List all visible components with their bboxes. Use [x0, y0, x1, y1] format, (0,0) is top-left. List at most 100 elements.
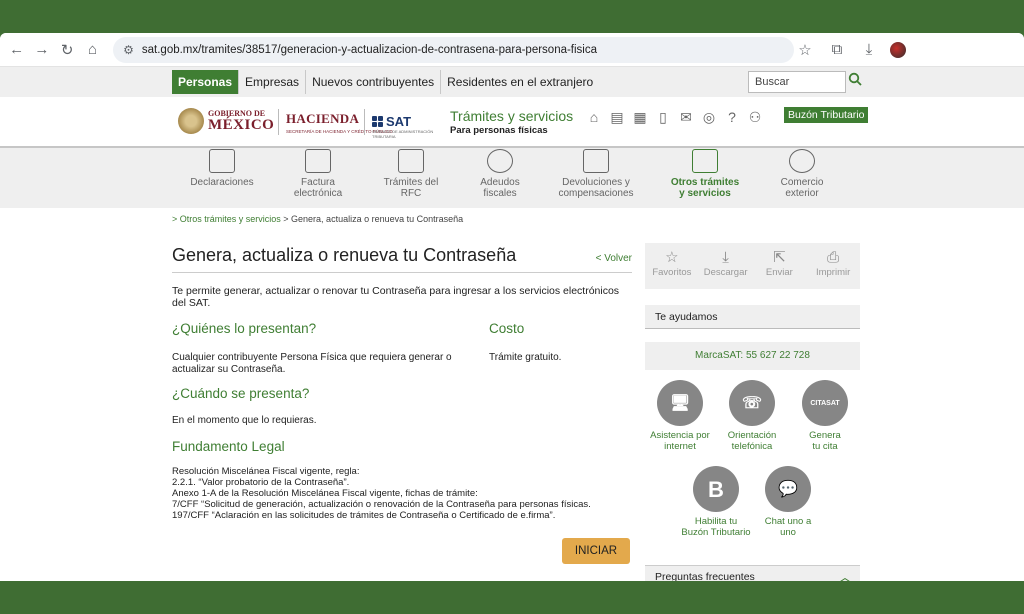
devoluciones-icon	[583, 149, 609, 173]
tramites-title: Trámites y servicios	[450, 108, 574, 124]
option-label: Orientación	[727, 430, 777, 441]
category-comercio-exterior[interactable]: Comercio exterior	[757, 149, 847, 199]
quienes-heading: ¿Quiénes lo presentan?	[172, 321, 317, 336]
url-text: sat.gob.mx/tramites/38517/generacion-y-a…	[141, 43, 598, 56]
quienes-text: Cualquier contribuyente Persona Física q…	[172, 352, 452, 375]
faq-label: Preguntas frecuentes	[655, 571, 755, 581]
citasat-icon: CITASAT	[802, 380, 848, 426]
extensions-icon[interactable]: ⧉	[826, 37, 848, 63]
option-label: Buzón Tributario	[681, 527, 751, 538]
top-navigation: Personas Empresas Nuevos contribuyentes …	[0, 67, 1024, 97]
help-options: 🖥 Asistencia por internet ☏ Orientación …	[645, 370, 860, 538]
browser-window: ← → ↻ ⌂ ⚙ sat.gob.mx/tramites/38517/gene…	[0, 33, 1024, 581]
rfc-icon	[398, 149, 424, 173]
factura-icon	[305, 149, 331, 173]
buzon-tributario-button[interactable]: Buzón Tributario	[784, 107, 869, 123]
imprimir-button[interactable]: ⎙ Imprimir	[806, 243, 860, 289]
category-label: Devoluciones y	[562, 177, 630, 188]
category-tramites-rfc[interactable]: Trámites del RFC	[366, 149, 456, 199]
sat-text: SAT	[386, 114, 412, 129]
search-icon[interactable]	[848, 72, 864, 88]
category-label: exterior	[785, 188, 819, 199]
legal-line: 197/CFF “Aclaración en las solicitudes d…	[172, 510, 556, 521]
calendar-icon[interactable]: ▦	[632, 109, 648, 125]
buzon-b-icon: B	[693, 466, 739, 512]
category-label: compensaciones	[558, 188, 634, 199]
legal-line: Resolución Miscelánea Fiscal vigente, re…	[172, 466, 360, 477]
marcasat-phone[interactable]: MarcaSAT: 55 627 22 728	[645, 342, 860, 370]
tab-personas[interactable]: Personas	[172, 70, 240, 94]
action-label: Enviar	[765, 267, 793, 278]
sat-logo[interactable]: SAT SERVICIO DE ADMINISTRACIÓN TRIBUTARI…	[372, 114, 433, 139]
iniciar-button[interactable]: INICIAR	[562, 538, 630, 564]
book-icon[interactable]: ▯	[655, 109, 671, 125]
declaraciones-icon	[209, 149, 235, 173]
bookmark-star-icon[interactable]: ☆	[794, 37, 816, 63]
action-toolbar: ☆ Favoritos ⤓ Descargar ⇱ Enviar ⎙ Imprimir	[645, 243, 860, 289]
divider	[364, 109, 365, 135]
star-icon: ☆	[665, 249, 679, 266]
site-settings-icon[interactable]: ⚙	[123, 43, 134, 57]
home-icon[interactable]: ⌂	[586, 109, 602, 125]
legal-line: Anexo 1-A de la Resolución Miscelánea Fi…	[172, 488, 478, 499]
enviar-button[interactable]: ⇱ Enviar	[753, 243, 807, 289]
profile-avatar[interactable]	[890, 41, 906, 58]
category-label: Adeudos	[480, 177, 520, 188]
category-declaraciones[interactable]: Declaraciones	[177, 149, 267, 188]
site-header: GOBIERNO DE MÉXICO HACIENDA SECRETARÍA D…	[0, 97, 1024, 148]
fundamento-heading: Fundamento Legal	[172, 439, 285, 454]
help-icon[interactable]: ?	[724, 109, 740, 125]
url-bar: ← → ↻ ⌂ ⚙ sat.gob.mx/tramites/38517/gene…	[0, 33, 1024, 67]
download-icon[interactable]: ⤓	[858, 37, 880, 63]
option-label: Chat uno a	[764, 516, 812, 527]
category-adeudos[interactable]: Adeudos fiscales	[455, 149, 545, 199]
legal-line: 7/CFF “Solicitud de generación, actualiz…	[172, 499, 591, 510]
news-icon[interactable]: ▤	[609, 109, 625, 125]
category-label: Comercio	[780, 177, 824, 188]
tab-nuevos-contribuyentes[interactable]: Nuevos contribuyentes	[306, 70, 442, 94]
search-input[interactable]: Buscar	[748, 71, 846, 93]
category-otros-tramites[interactable]: Otros trámites y servicios	[660, 149, 750, 199]
intro-text: Te permite generar, actualizar o renovar…	[172, 285, 620, 309]
gobierno-mexico-logo[interactable]: GOBIERNO DE MÉXICO	[178, 108, 274, 134]
orientacion-telefonica-option[interactable]: ☏ Orientación telefónica	[717, 380, 787, 452]
otros-tramites-icon	[692, 149, 718, 173]
back-arrow-icon[interactable]: ←	[4, 37, 29, 63]
computer-icon: 🖥	[657, 380, 703, 426]
genera-cita-option[interactable]: CITASAT Genera tu cita	[790, 380, 860, 452]
chat-icon: 💬	[765, 466, 811, 512]
volver-link[interactable]: < Volver	[596, 253, 632, 264]
compass-icon[interactable]: ◎	[701, 109, 717, 125]
tab-empresas[interactable]: Empresas	[239, 70, 307, 94]
chevron-up-icon[interactable]: ︿	[838, 567, 852, 581]
breadcrumb-link[interactable]: > Otros trámites y servicios	[172, 214, 281, 224]
category-devoluciones[interactable]: Devoluciones y compensaciones	[551, 149, 641, 199]
category-label: RFC	[400, 188, 422, 199]
cuando-heading: ¿Cuándo se presenta?	[172, 386, 310, 401]
sat-subtext: SERVICIO DE ADMINISTRACIÓN TRIBUTARIA	[372, 129, 434, 139]
action-label: Favoritos	[652, 267, 692, 278]
favoritos-button[interactable]: ☆ Favoritos	[645, 243, 699, 289]
descargar-button[interactable]: ⤓ Descargar	[699, 243, 753, 289]
tramites-header: Trámites y servicios Para personas físic…	[450, 108, 573, 136]
category-label: fiscales	[483, 188, 517, 199]
option-label: tu cita	[812, 441, 838, 452]
category-label: Otros trámites	[670, 177, 740, 188]
reload-icon[interactable]: ↻	[55, 37, 80, 63]
forward-arrow-icon[interactable]: →	[29, 37, 54, 63]
preguntas-frecuentes-header[interactable]: Preguntas frecuentes ︿	[645, 565, 860, 581]
legal-text: Resolución Miscelánea Fiscal vigente, re…	[172, 466, 632, 521]
share-icon: ⇱	[773, 249, 786, 266]
accessibility-icon[interactable]: ⚇	[747, 109, 763, 125]
address-bar[interactable]: ⚙ sat.gob.mx/tramites/38517/generacion-y…	[113, 36, 794, 63]
home-icon[interactable]: ⌂	[80, 37, 105, 63]
hacienda-text: HACIENDA	[286, 111, 360, 126]
tab-residentes-extranjero[interactable]: Residentes en el extranjero	[441, 70, 599, 94]
habilita-buzon-option[interactable]: B Habilita tu Buzón Tributario	[681, 466, 751, 538]
asistencia-internet-option[interactable]: 🖥 Asistencia por internet	[645, 380, 715, 452]
mail-icon[interactable]: ✉	[678, 109, 694, 125]
breadcrumb-current: > Genera, actualiza o renueva tu Contras…	[280, 214, 464, 224]
chat-uno-a-uno-option[interactable]: 💬 Chat uno a uno	[753, 466, 823, 538]
gob-big-text: MÉXICO	[208, 116, 275, 133]
category-factura[interactable]: Factura electrónica	[273, 149, 363, 199]
